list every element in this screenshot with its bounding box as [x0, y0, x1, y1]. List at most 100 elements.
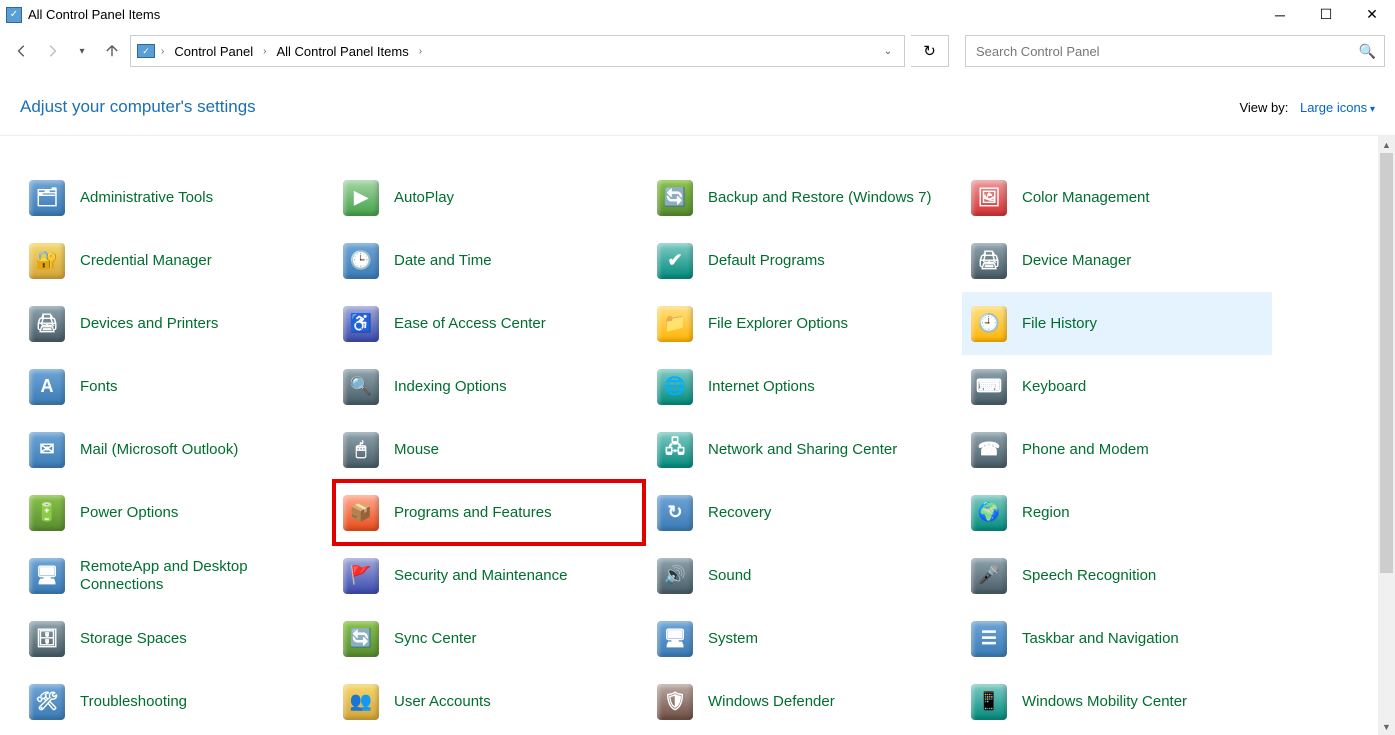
phone-modem-icon: ☎ — [968, 429, 1010, 471]
view-by-label: View by: — [1239, 100, 1288, 115]
date-time-icon: 🕒 — [340, 240, 382, 282]
control-panel-item[interactable]: ☰Taskbar and Navigation — [962, 607, 1272, 670]
speech-recognition-icon: 🎤 — [968, 555, 1010, 597]
item-label: Credential Manager — [80, 252, 212, 270]
view-by-dropdown[interactable]: Large icons — [1300, 100, 1375, 115]
control-panel-item[interactable]: 📁File Explorer Options — [648, 292, 958, 355]
control-panel-item[interactable]: A Fonts — [20, 355, 330, 418]
item-label: File History — [1022, 315, 1097, 333]
control-panel-item[interactable]: 🔊Sound — [648, 544, 958, 607]
item-label: Storage Spaces — [80, 630, 187, 648]
file-explorer-options-icon: 📁 — [654, 303, 696, 345]
sound-icon: 🔊 — [654, 555, 696, 597]
control-panel-item[interactable]: 🖨 Device Manager — [962, 229, 1272, 292]
control-panel-item[interactable]: 🚩Security and Maintenance — [334, 544, 644, 607]
control-panel-item[interactable]: 🖥 RemoteApp and Desktop Connections — [20, 544, 330, 607]
control-panel-item[interactable]: 🔄Sync Center — [334, 607, 644, 670]
backup-restore-icon: 🔄 — [654, 177, 696, 219]
control-panel-item[interactable]: 🗄Storage Spaces — [20, 607, 330, 670]
item-label: Device Manager — [1022, 252, 1131, 270]
control-panel-item[interactable]: 🖼Color Management — [962, 166, 1272, 229]
ease-access-icon: ♿ — [340, 303, 382, 345]
close-button[interactable]: ✕ — [1349, 0, 1395, 30]
control-panel-item[interactable]: 👥User Accounts — [334, 670, 644, 733]
search-box[interactable]: 🔍 — [965, 35, 1385, 67]
control-panel-item[interactable]: 🗂Administrative Tools — [20, 166, 330, 229]
item-label: Security and Maintenance — [394, 567, 567, 585]
item-label: Internet Options — [708, 378, 815, 396]
recent-locations-button[interactable]: ▾ — [70, 39, 94, 63]
search-icon[interactable]: 🔍 — [1359, 43, 1376, 60]
item-label: Date and Time — [394, 252, 492, 270]
chevron-right-icon[interactable]: › — [159, 46, 166, 57]
credential-manager-icon: 🔐 — [26, 240, 68, 282]
control-panel-item[interactable]: 🔋Power Options — [20, 481, 330, 544]
control-panel-item[interactable]: 🛡Windows Defender — [648, 670, 958, 733]
control-panel-item[interactable]: 🌍Region — [962, 481, 1272, 544]
chevron-right-icon[interactable]: › — [417, 46, 424, 57]
item-label: User Accounts — [394, 693, 491, 711]
forward-button[interactable] — [40, 39, 64, 63]
breadcrumb-root[interactable]: Control Panel — [170, 42, 257, 61]
indexing-options-icon: 🔍 — [340, 366, 382, 408]
item-label: RemoteApp and Desktop Connections — [80, 558, 310, 594]
minimize-button[interactable]: ─ — [1257, 0, 1303, 30]
taskbar-navigation-icon: ☰ — [968, 618, 1010, 660]
item-label: Backup and Restore (Windows 7) — [708, 189, 931, 207]
windows-mobility-icon: 📱 — [968, 681, 1010, 723]
up-button[interactable] — [100, 39, 124, 63]
control-panel-item[interactable]: ⌨Keyboard — [962, 355, 1272, 418]
control-panel-item[interactable]: ✔Default Programs — [648, 229, 958, 292]
item-label: Fonts — [80, 378, 118, 396]
control-panel-item[interactable]: 🖧Network and Sharing Center — [648, 418, 958, 481]
chevron-right-icon[interactable]: › — [261, 46, 268, 57]
mouse-icon: 🖱 — [340, 429, 382, 471]
control-panel-item[interactable]: 🕒 Date and Time — [334, 229, 644, 292]
control-panel-item[interactable]: 🛠Troubleshooting — [20, 670, 330, 733]
control-panel-item[interactable]: 🖥System — [648, 607, 958, 670]
file-history-icon: 🕘 — [968, 303, 1010, 345]
remoteapp-icon: 🖥 — [26, 555, 68, 597]
address-dropdown[interactable]: ⌄ — [878, 36, 898, 66]
item-label: Region — [1022, 504, 1070, 522]
device-manager-icon: 🖨 — [968, 240, 1010, 282]
sync-center-icon: 🔄 — [340, 618, 382, 660]
control-panel-item[interactable]: 🔄 Backup and Restore (Windows 7) — [648, 166, 958, 229]
control-panel-item[interactable]: 🔍Indexing Options — [334, 355, 644, 418]
control-panel-item[interactable]: 🖨Devices and Printers — [20, 292, 330, 355]
control-panel-item[interactable]: 🖱Mouse — [334, 418, 644, 481]
control-panel-item[interactable]: 📦Programs and Features — [334, 481, 644, 544]
scrollbar-down[interactable]: ▼ — [1378, 718, 1395, 735]
control-panel-item[interactable]: ✉Mail (Microsoft Outlook) — [20, 418, 330, 481]
control-panel-item[interactable]: 🎤Speech Recognition — [962, 544, 1272, 607]
breadcrumb-current[interactable]: All Control Panel Items — [272, 42, 412, 61]
page-title: Adjust your computer's settings — [20, 97, 256, 117]
recovery-icon: ↻ — [654, 492, 696, 534]
scrollbar[interactable]: ▲ ▼ — [1378, 136, 1395, 735]
maximize-button[interactable]: ☐ — [1303, 0, 1349, 30]
window-title: All Control Panel Items — [28, 7, 160, 22]
control-panel-item[interactable]: 🔐 Credential Manager — [20, 229, 330, 292]
item-label: Network and Sharing Center — [708, 441, 897, 459]
control-panel-item[interactable]: 🕘 File History — [962, 292, 1272, 355]
control-panel-item[interactable]: ↻Recovery — [648, 481, 958, 544]
scrollbar-thumb[interactable] — [1380, 153, 1393, 573]
address-bar[interactable]: › Control Panel › All Control Panel Item… — [130, 35, 905, 67]
control-panel-item[interactable]: ☎Phone and Modem — [962, 418, 1272, 481]
back-button[interactable] — [10, 39, 34, 63]
devices-printers-icon: 🖨 — [26, 303, 68, 345]
admin-tools-icon: 🗂 — [26, 177, 68, 219]
refresh-button[interactable]: ↻ — [911, 35, 949, 67]
scrollbar-up[interactable]: ▲ — [1378, 136, 1395, 153]
fonts-icon: A — [26, 366, 68, 408]
troubleshooting-icon: 🛠 — [26, 681, 68, 723]
control-panel-item[interactable]: 🌐Internet Options — [648, 355, 958, 418]
control-panel-item[interactable]: ♿ Ease of Access Center — [334, 292, 644, 355]
color-management-icon: 🖼 — [968, 177, 1010, 219]
control-panel-item[interactable]: ▶AutoPlay — [334, 166, 644, 229]
control-panel-item[interactable]: 📱 Windows Mobility Center — [962, 670, 1272, 733]
item-label: AutoPlay — [394, 189, 454, 207]
item-label: Ease of Access Center — [394, 315, 546, 333]
item-label: Windows Mobility Center — [1022, 693, 1187, 711]
search-input[interactable] — [974, 43, 1359, 60]
